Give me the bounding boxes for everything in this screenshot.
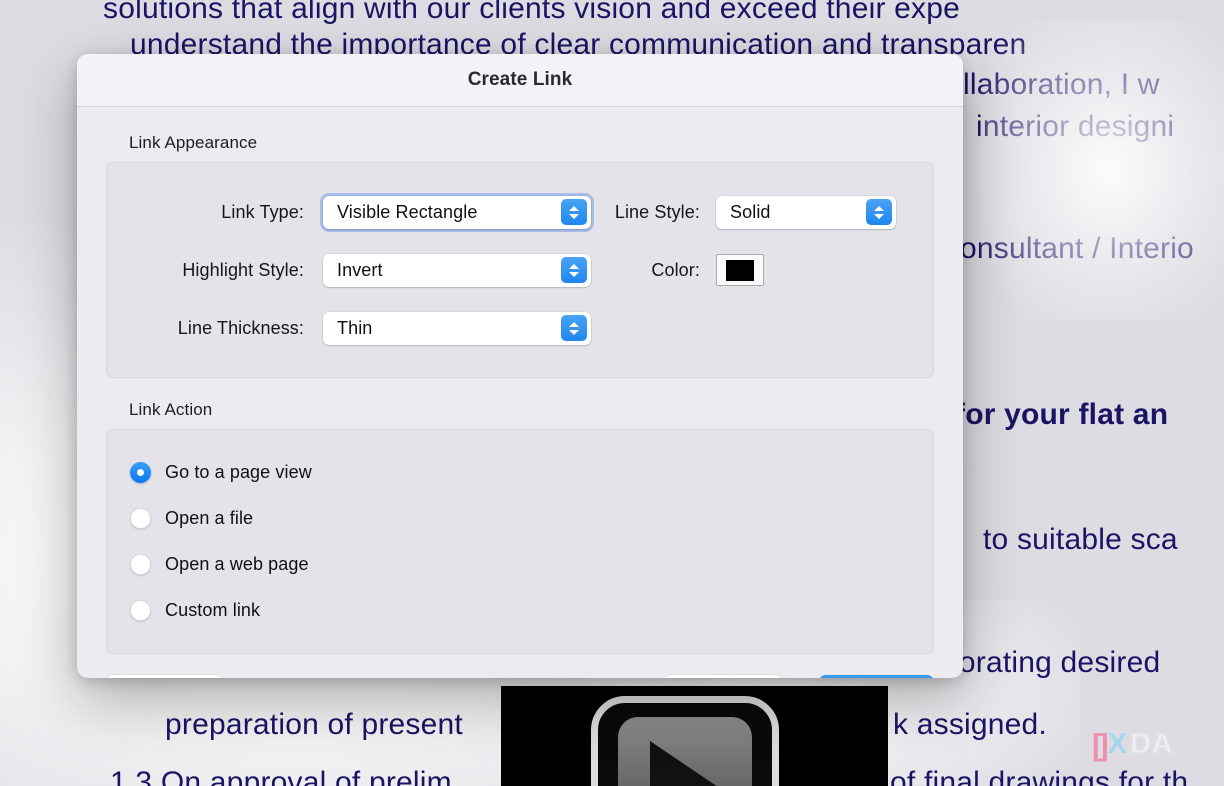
doc-text-line: k assigned. bbox=[893, 708, 1047, 741]
link-action-label-wrapper: Link Action bbox=[106, 400, 934, 429]
link-type-focus-ring: Visible Rectangle bbox=[320, 192, 594, 232]
doc-text-line: of final drawings for th bbox=[890, 766, 1189, 786]
next-button[interactable]: Next bbox=[819, 675, 934, 678]
radio-open-a-web-page[interactable]: Open a web page bbox=[107, 541, 933, 587]
chevron-updown-icon[interactable] bbox=[561, 199, 587, 225]
doc-text-line: preparation of present bbox=[165, 708, 463, 741]
xda-da-letters: DA bbox=[1129, 728, 1173, 760]
chevron-updown-icon[interactable] bbox=[561, 315, 587, 341]
radio-label: Open a web page bbox=[165, 553, 309, 574]
link-type-popup-wrapper: Visible Rectangle bbox=[320, 192, 594, 232]
doc-text-line: solutions that align with our clients vi… bbox=[103, 0, 961, 25]
link-type-popup-button[interactable]: Visible Rectangle bbox=[323, 195, 591, 229]
link-appearance-group-label: Link Appearance bbox=[129, 133, 258, 152]
highlight-style-popup-button[interactable]: Invert bbox=[323, 253, 591, 287]
radio-go-to-page-view[interactable]: Go to a page view bbox=[107, 449, 933, 495]
help-button[interactable]: Help bbox=[106, 675, 223, 678]
link-appearance-group: Link Type: Visible Rectangle Line Style:… bbox=[106, 162, 934, 378]
play-button-inner-surface bbox=[618, 717, 752, 786]
create-link-dialog: Create Link Link Appearance Link Type: V… bbox=[77, 54, 963, 678]
radio-unselected-icon[interactable] bbox=[130, 507, 151, 529]
xda-watermark: [] X DA bbox=[1092, 729, 1173, 760]
xda-bracket-icon: [] bbox=[1092, 727, 1109, 762]
dialog-footer: Help Cancel Next bbox=[77, 654, 963, 678]
doc-text-line: for your flat an bbox=[955, 398, 1169, 431]
dialog-title: Create Link bbox=[467, 69, 573, 90]
chevron-updown-icon[interactable] bbox=[866, 199, 892, 225]
color-label: Color: bbox=[651, 259, 700, 280]
radio-label: Custom link bbox=[165, 599, 261, 620]
highlight-style-label: Highlight Style: bbox=[182, 259, 304, 280]
radio-open-a-file[interactable]: Open a file bbox=[107, 495, 933, 541]
doc-text-line: llaboration, I w bbox=[963, 68, 1160, 101]
doc-text-line: 1.3 On approval of prelim bbox=[110, 766, 452, 786]
doc-text-line: onsultant / Interio bbox=[960, 232, 1194, 265]
xda-x-letter: X bbox=[1107, 728, 1127, 760]
radio-custom-link[interactable]: Custom link bbox=[107, 587, 933, 633]
line-style-popup-button[interactable]: Solid bbox=[716, 195, 896, 229]
play-button-icon[interactable] bbox=[591, 696, 779, 786]
play-triangle-icon bbox=[650, 741, 718, 786]
chevron-updown-icon[interactable] bbox=[561, 257, 587, 283]
line-style-value: Solid bbox=[730, 201, 771, 222]
link-type-label: Link Type: bbox=[221, 201, 304, 222]
line-thickness-popup-button[interactable]: Thin bbox=[323, 311, 591, 345]
color-swatch bbox=[726, 259, 754, 281]
doc-text-line: interior designi bbox=[976, 110, 1175, 143]
highlight-style-value: Invert bbox=[337, 259, 383, 280]
doc-text-line: to suitable sca bbox=[983, 523, 1178, 556]
line-style-label: Line Style: bbox=[614, 201, 700, 222]
radio-unselected-icon[interactable] bbox=[130, 599, 151, 621]
doc-text-line: porating desired bbox=[942, 646, 1161, 679]
line-thickness-value: Thin bbox=[337, 317, 373, 338]
color-well-button[interactable] bbox=[716, 254, 764, 286]
radio-label: Go to a page view bbox=[165, 461, 312, 482]
cancel-button[interactable]: Cancel bbox=[664, 675, 781, 678]
radio-selected-icon[interactable] bbox=[130, 461, 151, 483]
color-well-wrapper bbox=[716, 254, 896, 286]
link-action-group: Go to a page view Open a file Open a web… bbox=[106, 429, 934, 654]
video-player-overlay[interactable] bbox=[501, 686, 888, 786]
radio-label: Open a file bbox=[165, 507, 254, 528]
link-type-value: Visible Rectangle bbox=[337, 201, 478, 222]
radio-unselected-icon[interactable] bbox=[130, 553, 151, 575]
dialog-titlebar[interactable]: Create Link bbox=[77, 54, 963, 107]
link-action-group-label: Link Action bbox=[129, 400, 213, 419]
line-thickness-label: Line Thickness: bbox=[177, 317, 304, 338]
dialog-body: Link Appearance Link Type: Visible Recta… bbox=[77, 107, 963, 654]
